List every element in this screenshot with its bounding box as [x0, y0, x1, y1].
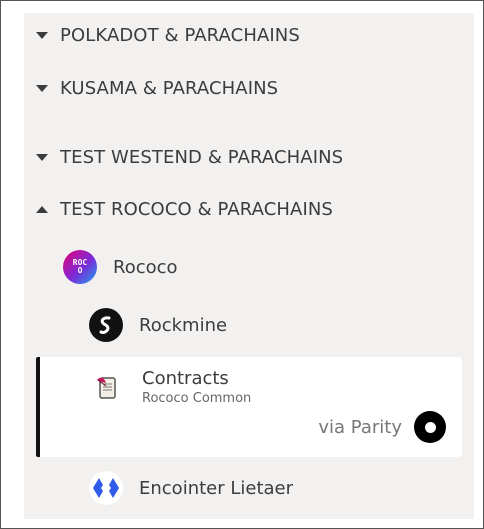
- parity-logo-icon: [414, 411, 446, 443]
- network-name: Rockmine: [139, 314, 228, 336]
- encointer-logo-icon: [89, 471, 123, 505]
- rococo-logo-text: ROCO: [72, 258, 88, 275]
- group-rococo[interactable]: TEST ROCOCO & PARACHAINS: [36, 199, 333, 220]
- group-westend[interactable]: TEST WESTEND & PARACHAINS: [36, 147, 343, 168]
- rockmine-logo-icon: [89, 308, 123, 342]
- network-selector-frame: POLKADOT & PARACHAINS KUSAMA & PARACHAIN…: [0, 0, 484, 529]
- caret-down-icon: [36, 154, 48, 161]
- group-label: POLKADOT & PARACHAINS: [60, 25, 300, 46]
- rococo-logo-icon: ROCO: [63, 250, 97, 284]
- group-kusama[interactable]: KUSAMA & PARACHAINS: [36, 78, 278, 99]
- network-item-rococo[interactable]: ROCO Rococo: [63, 250, 178, 284]
- caret-down-icon: [36, 85, 48, 92]
- group-label: TEST WESTEND & PARACHAINS: [60, 147, 344, 168]
- caret-down-icon: [36, 32, 48, 39]
- group-label: TEST ROCOCO & PARACHAINS: [60, 199, 333, 220]
- provider-label: via Parity: [318, 416, 402, 438]
- network-name: Encointer Lietaer: [139, 477, 294, 499]
- group-label: KUSAMA & PARACHAINS: [60, 78, 279, 99]
- network-item-contracts[interactable]: Contracts Rococo Common via Parity: [36, 357, 462, 457]
- caret-up-icon: [36, 206, 48, 213]
- network-subtitle: Rococo Common: [142, 391, 252, 406]
- group-polkadot[interactable]: POLKADOT & PARACHAINS: [36, 25, 300, 46]
- provider-info: via Parity: [318, 411, 446, 443]
- contracts-scroll-icon: [90, 371, 124, 405]
- network-name: Rococo: [113, 256, 178, 278]
- network-item-rockmine[interactable]: Rockmine: [89, 308, 227, 342]
- selected-indicator: [36, 357, 40, 457]
- network-name: Contracts: [142, 368, 229, 389]
- network-item-encointer[interactable]: Encointer Lietaer: [89, 471, 293, 505]
